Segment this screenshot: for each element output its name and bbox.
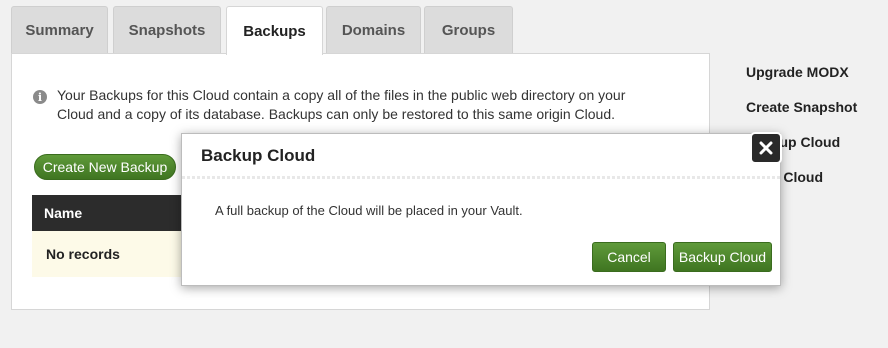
tab-summary[interactable]: Summary (11, 6, 108, 54)
dialog-title: Backup Cloud (201, 146, 316, 165)
tab-label: Snapshots (128, 22, 206, 39)
tab-groups[interactable]: Groups (424, 6, 513, 54)
upgrade-modx-link[interactable]: Upgrade MODX (746, 64, 849, 80)
create-snapshot-link[interactable]: Create Snapshot (746, 99, 857, 115)
create-new-backup-button[interactable]: Create New Backup (34, 154, 176, 180)
backup-cloud-button[interactable]: Backup Cloud (673, 242, 772, 272)
info-icon: i (33, 90, 47, 104)
tab-label: Domains (341, 22, 406, 39)
close-glyph (759, 141, 773, 155)
cancel-button[interactable]: Cancel (592, 242, 666, 272)
tab-snapshots[interactable]: Snapshots (113, 6, 221, 54)
tab-backups[interactable]: Backups (226, 6, 323, 55)
backup-cloud-dialog: Backup Cloud A full backup of the Cloud … (181, 133, 781, 286)
tab-label: Groups (441, 22, 496, 39)
info-text: Your Backups for this Cloud contain a co… (57, 87, 626, 122)
table-header-name[interactable]: Name (32, 195, 202, 231)
tab-domains[interactable]: Domains (326, 6, 421, 54)
close-icon[interactable] (750, 132, 782, 164)
tab-label: Summary (25, 22, 94, 39)
empty-table-row: No records (32, 231, 202, 277)
tab-label: Backups (243, 22, 306, 40)
dialog-message: A full backup of the Cloud will be place… (215, 203, 523, 218)
dialog-divider (182, 176, 780, 179)
